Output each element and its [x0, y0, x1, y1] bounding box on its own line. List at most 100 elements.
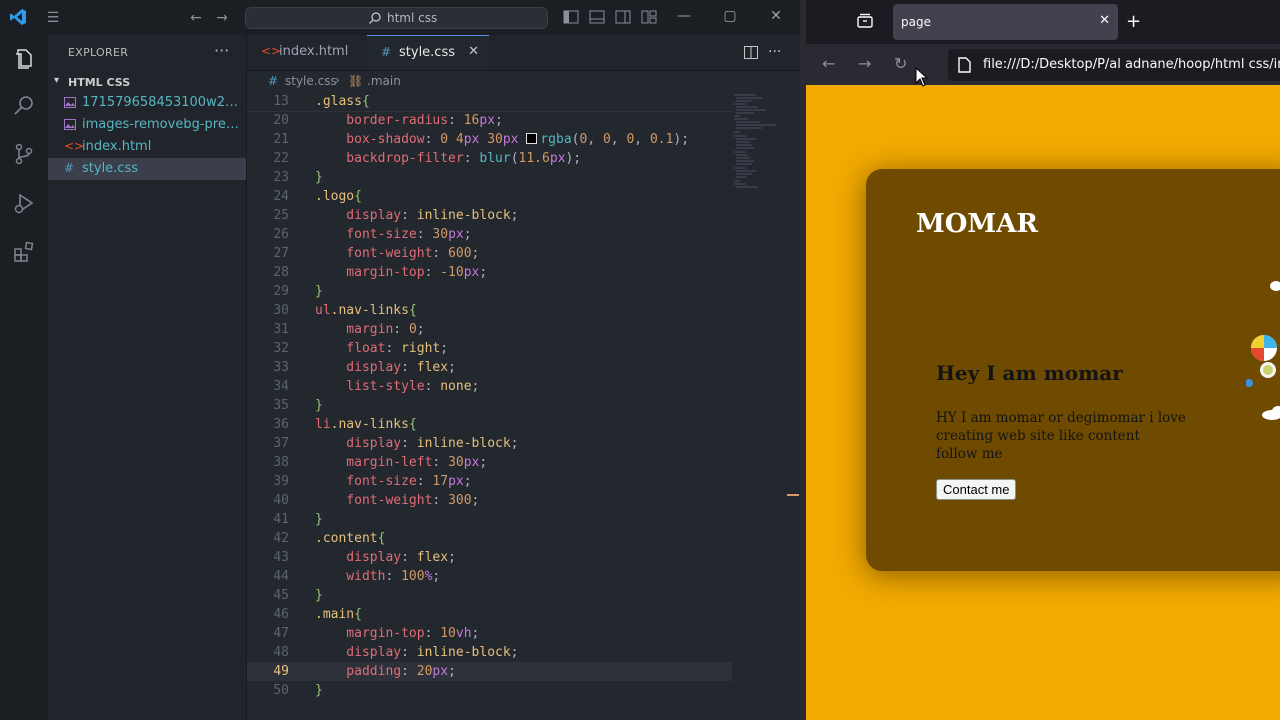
code-line[interactable]: 47 margin-top: 10vh; — [247, 624, 732, 643]
code-line[interactable]: 13 .glass{ — [247, 92, 732, 112]
tab-style-css[interactable]: # style.css ✕ — [367, 35, 489, 70]
menu-icon[interactable]: ☰ — [44, 9, 62, 27]
code-line[interactable]: 29} — [247, 282, 732, 301]
new-tab-icon[interactable]: + — [1126, 11, 1141, 32]
code-line[interactable]: 48 display: inline-block; — [247, 643, 732, 662]
file-item-image-1[interactable]: 171579658453100w29dh1... — [48, 92, 246, 114]
line-content: display: flex; — [315, 548, 456, 567]
code-line[interactable]: 26 font-size: 30px; — [247, 225, 732, 244]
code-token: ; — [432, 569, 441, 584]
line-number: 49 — [273, 664, 289, 679]
code-token: ( — [510, 151, 519, 166]
css-file-icon: # — [268, 74, 279, 88]
line-number: 23 — [273, 170, 289, 185]
code-line[interactable]: 41} — [247, 510, 732, 529]
code-line[interactable]: 30 ul.nav-links{ — [247, 301, 732, 320]
forward-arrow-icon[interactable]: → — [858, 54, 871, 73]
code-line[interactable]: 42 .content{ — [247, 529, 732, 548]
code-line[interactable]: 35} — [247, 396, 732, 415]
close-tab-icon[interactable]: ✕ — [1099, 13, 1110, 28]
toggle-panel-icon[interactable] — [589, 10, 605, 24]
code-line[interactable]: 25 display: inline-block; — [247, 206, 732, 225]
code-token: { — [377, 531, 386, 546]
code-token: .main — [315, 607, 355, 622]
maximize-icon[interactable]: ▢ — [720, 8, 740, 24]
code-line[interactable]: 39 font-size: 17px; — [247, 472, 732, 491]
close-tab-icon[interactable]: ✕ — [468, 44, 479, 59]
code-line[interactable]: 49 padding: 20px; — [247, 662, 732, 681]
code-line[interactable]: 23} — [247, 168, 732, 187]
code-token: ; — [471, 626, 480, 641]
explorer-files-icon[interactable] — [12, 47, 36, 71]
folder-label: HTML CSS — [68, 76, 131, 89]
reload-icon[interactable]: ↻ — [894, 54, 907, 73]
browser-tab-page[interactable]: page ✕ — [893, 4, 1118, 40]
line-content: margin-left: 30px; — [315, 453, 487, 472]
search-icon[interactable] — [12, 93, 36, 117]
url-bar[interactable]: file:///D:/Desktop/P/al adnane/hoop/html… — [948, 49, 1280, 81]
source-control-icon[interactable] — [12, 142, 36, 166]
split-editor-icon[interactable] — [744, 46, 758, 59]
code-line[interactable]: 20 border-radius: 16px; — [247, 111, 732, 130]
code-line[interactable]: 40 font-weight: 300; — [247, 491, 732, 510]
code-line[interactable]: 46 .main{ — [247, 605, 732, 624]
code-line[interactable]: 38 margin-left: 30px; — [247, 453, 732, 472]
css-file-icon: # — [64, 161, 75, 175]
code-line[interactable]: 21 box-shadow: 0 4px 30px rgba(0, 0, 0, … — [247, 130, 732, 149]
folder-html-css[interactable]: ▾ HTML CSS — [48, 72, 246, 94]
line-number: 21 — [273, 132, 289, 147]
file-item-image-2[interactable]: images-removebg-preview... — [48, 114, 246, 136]
file-item-style-css[interactable]: # style.css — [48, 158, 246, 180]
code-token: : — [401, 645, 417, 660]
code-token: 0.1 — [649, 132, 674, 147]
code-editor[interactable]: 13 .glass{20 border-radius: 16px; 21 box-s… — [247, 92, 732, 712]
close-window-icon[interactable]: ✕ — [766, 8, 786, 24]
tab-overview-icon[interactable] — [856, 13, 874, 29]
customize-layout-icon[interactable] — [641, 10, 657, 24]
code-line[interactable]: 43 display: flex; — [247, 548, 732, 567]
contact-me-button[interactable]: Contact me — [936, 479, 1017, 500]
code-line[interactable]: 34 list-style: none; — [247, 377, 732, 396]
code-token: font-size — [315, 474, 417, 489]
code-line[interactable]: 37 display: inline-block; — [247, 434, 732, 453]
back-arrow-icon[interactable]: ← — [822, 54, 835, 73]
code-line[interactable]: 33 display: flex; — [247, 358, 732, 377]
code-token: inline-block — [416, 436, 511, 451]
code-line[interactable]: 50} — [247, 681, 732, 700]
code-token: px — [463, 132, 480, 147]
line-content: backdrop-filter: blur(11.6px); — [315, 149, 581, 168]
code-line[interactable]: 36 li.nav-links{ — [247, 415, 732, 434]
code-line[interactable]: 24 .logo{ — [247, 187, 732, 206]
code-line[interactable]: 28 margin-top: -10px; — [247, 263, 732, 282]
code-token: ; — [479, 455, 488, 470]
run-debug-icon[interactable] — [12, 191, 36, 215]
code-line[interactable]: 45} — [247, 586, 732, 605]
breadcrumb-symbol[interactable]: .main — [367, 74, 401, 88]
back-arrow-icon[interactable]: ← — [187, 9, 205, 27]
breadcrumb-file[interactable]: style.css — [285, 74, 337, 88]
code-token: ; — [448, 360, 456, 375]
line-number: 34 — [273, 379, 289, 394]
minimap[interactable] — [732, 92, 787, 192]
extensions-icon[interactable] — [12, 240, 36, 264]
file-item-index-html[interactable]: <> index.html — [48, 136, 246, 158]
more-actions-icon[interactable]: ··· — [214, 41, 229, 60]
code-line[interactable]: 27 font-weight: 600; — [247, 244, 732, 263]
file-name: images-removebg-preview... — [82, 117, 244, 132]
toggle-sidebar-icon[interactable] — [563, 10, 579, 24]
code-line[interactable]: 31 margin: 0; — [247, 320, 732, 339]
code-token: font-size — [315, 227, 417, 242]
code-token: ; — [510, 645, 519, 660]
code-line[interactable]: 32 float: right; — [247, 339, 732, 358]
editor-more-actions-icon[interactable]: ··· — [768, 44, 781, 60]
forward-arrow-icon[interactable]: → — [213, 9, 231, 27]
toggle-secondary-sidebar-icon[interactable] — [615, 10, 631, 24]
minimize-icon[interactable]: — — [674, 8, 694, 24]
tab-index-html[interactable]: <> index.html — [247, 35, 367, 70]
vertical-scrollbar[interactable] — [787, 92, 799, 712]
code-line[interactable]: 22 backdrop-filter: blur(11.6px); — [247, 149, 732, 168]
command-center-text: html css — [387, 11, 438, 25]
command-center-search[interactable]: html css — [245, 7, 548, 29]
color-swatch-icon[interactable] — [526, 133, 538, 144]
code-line[interactable]: 44 width: 100%; — [247, 567, 732, 586]
